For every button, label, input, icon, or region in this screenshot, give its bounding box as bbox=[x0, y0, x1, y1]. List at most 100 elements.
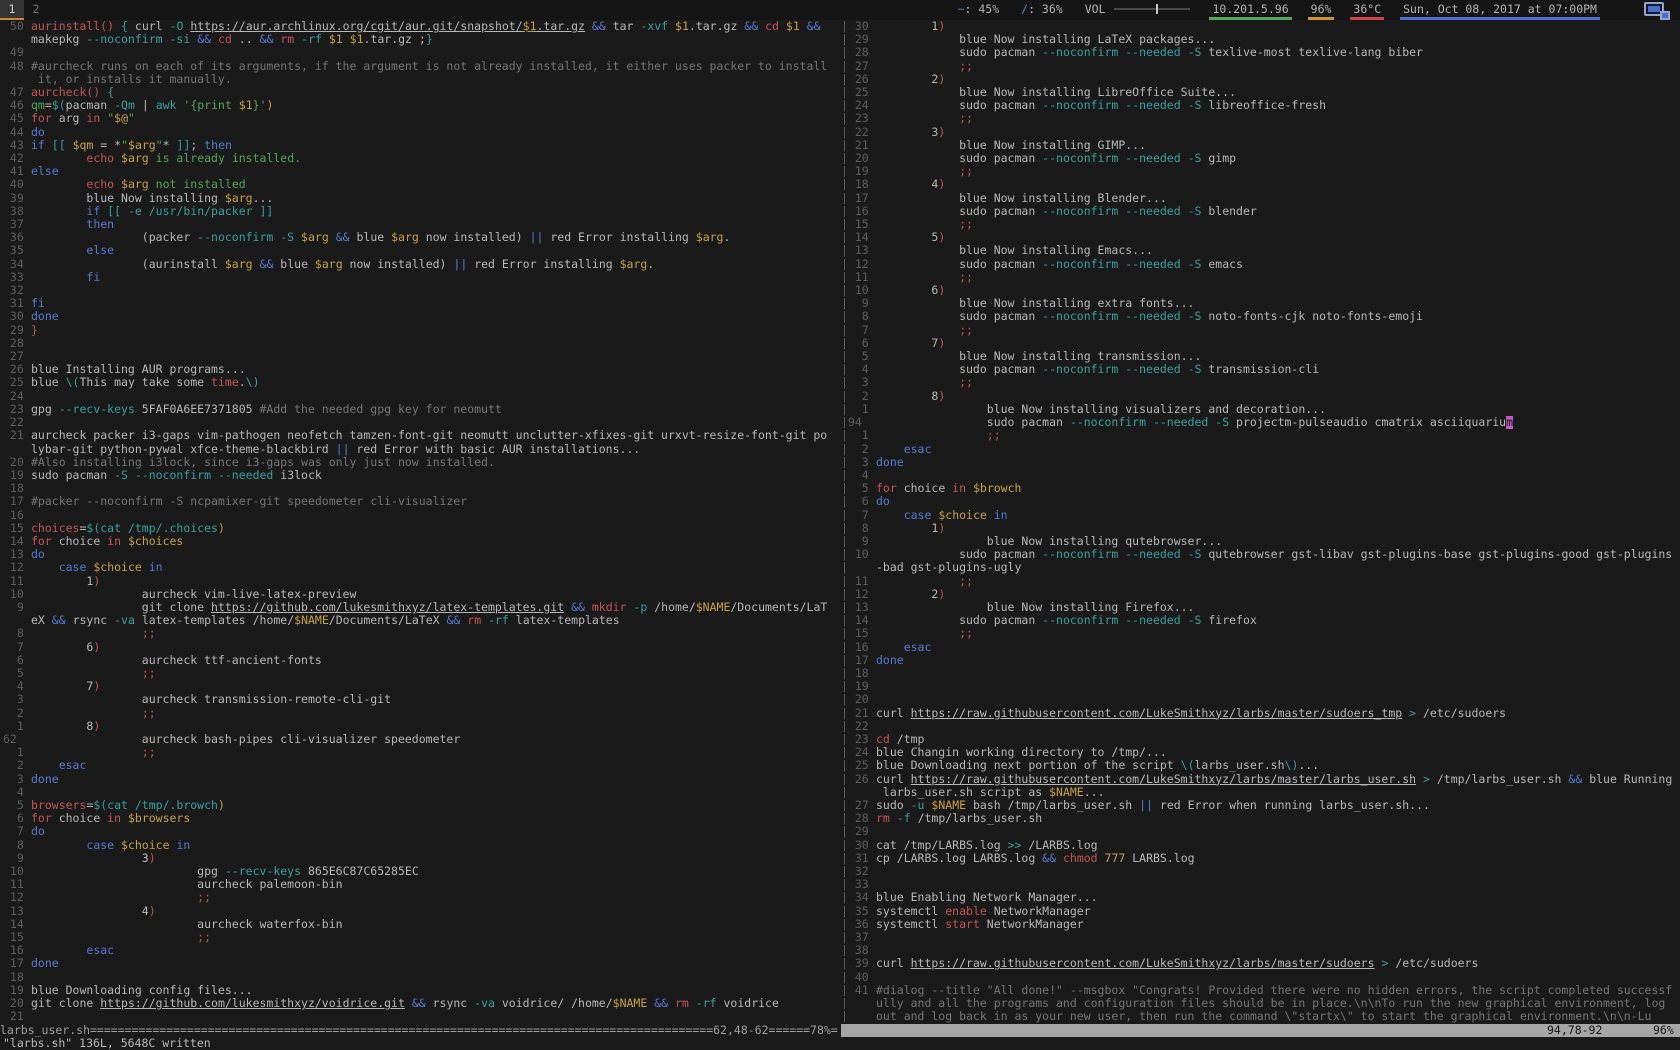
line-number-gutter: | 40 bbox=[841, 971, 876, 984]
line-number-gutter: | 10 bbox=[841, 284, 876, 297]
code-row: | 29 bbox=[841, 825, 1680, 838]
line-number-gutter: 49 bbox=[0, 46, 31, 59]
line-number-gutter: | 5 bbox=[841, 350, 876, 363]
vim-window-larbs-sh[interactable]: | 30 1)| 29 blue Now installing LaTeX pa… bbox=[841, 20, 1680, 1024]
workspace-tag-2[interactable]: 2 bbox=[24, 0, 48, 20]
code-row: | larbs_user.sh script as $NAME... bbox=[841, 786, 1680, 799]
code-row: 7 6) bbox=[0, 641, 841, 654]
code-row: it, or installs it manually. bbox=[0, 73, 841, 86]
line-number-gutter: 19 bbox=[0, 984, 31, 997]
line-number-gutter: | 26 bbox=[841, 773, 876, 786]
clock-value: Sun, Oct 08, 2017 at 07:00PM bbox=[1403, 2, 1597, 16]
line-number-gutter: 33 bbox=[0, 271, 31, 284]
code-row: | 10 6) bbox=[841, 284, 1680, 297]
code-row: | 27 ;; bbox=[841, 60, 1680, 73]
line-number-gutter: 4 bbox=[0, 786, 31, 799]
code-row: | 21 blue Now installing GIMP... bbox=[841, 139, 1680, 152]
code-row: | 17 done bbox=[841, 654, 1680, 667]
line-number-gutter: 6 bbox=[0, 812, 31, 825]
line-number-gutter: 32 bbox=[0, 284, 31, 297]
code-row: 39 blue Now installing $arg... bbox=[0, 192, 841, 205]
line-number-gutter: | 6 bbox=[841, 337, 876, 350]
clock: Sun, Oct 08, 2017 at 07:00PM bbox=[1400, 0, 1600, 20]
line-number-gutter: 45 bbox=[0, 112, 31, 125]
line-number-gutter: | 16 bbox=[841, 641, 876, 654]
vim-splits: 50 aurinstall() { curl -O https://aur.ar… bbox=[0, 20, 1680, 1024]
line-number-gutter bbox=[0, 33, 31, 46]
code-row: | 20 bbox=[841, 693, 1680, 706]
line-number-gutter: | 12 bbox=[841, 258, 876, 271]
code-row: lybar-git python-pywal xfce-theme-blackb… bbox=[0, 443, 841, 456]
line-number-gutter: 5 bbox=[0, 799, 31, 812]
vim-terminal: 50 aurinstall() { curl -O https://aur.ar… bbox=[0, 20, 1680, 1050]
line-number-gutter: | 7 bbox=[841, 509, 876, 522]
line-number-gutter: | 27 bbox=[841, 799, 876, 812]
code-row: | 25 blue Downloading next portion of th… bbox=[841, 759, 1680, 772]
line-number-gutter: 14 bbox=[0, 535, 31, 548]
code-row: | 34 blue Enabling Network Manager... bbox=[841, 891, 1680, 904]
code-row: 29 } bbox=[0, 324, 841, 337]
line-number-gutter: | bbox=[841, 786, 876, 799]
line-number-gutter: | 4 bbox=[841, 363, 876, 376]
line-number-gutter: | 19 bbox=[841, 165, 876, 178]
line-number-gutter: | 27 bbox=[841, 60, 876, 73]
line-number-gutter: 7 bbox=[0, 641, 31, 654]
code-row: | 11 ;; bbox=[841, 575, 1680, 588]
root-usage-value: : 36% bbox=[1028, 2, 1063, 16]
line-number-gutter: 16 bbox=[0, 944, 31, 957]
code-row: | 12 sudo pacman --noconfirm --needed -S… bbox=[841, 258, 1680, 271]
line-number-gutter: 26 bbox=[0, 363, 31, 376]
tray-computer-icon[interactable] bbox=[1644, 2, 1668, 18]
code-row: | 20 sudo pacman --noconfirm --needed -S… bbox=[841, 152, 1680, 165]
vim-command-line[interactable]: "larbs.sh" 136L, 5648C written bbox=[0, 1037, 1680, 1050]
code-row: 13 do bbox=[0, 548, 841, 561]
code-row: | 18 4) bbox=[841, 178, 1680, 191]
line-number-gutter: | 8 bbox=[841, 522, 876, 535]
line-number-gutter: 11 bbox=[0, 878, 31, 891]
code-row: | 40 bbox=[841, 971, 1680, 984]
vim-window-larbs-user-sh[interactable]: 50 aurinstall() { curl -O https://aur.ar… bbox=[0, 20, 841, 1024]
code-row: | 2 8) bbox=[841, 390, 1680, 403]
line-number-gutter: 62 bbox=[0, 733, 31, 746]
code-row: | 30 cat /tmp/LARBS.log >> /LARBS.log bbox=[841, 839, 1680, 852]
code-row: 9 3) bbox=[0, 852, 841, 865]
line-number-gutter: 39 bbox=[0, 192, 31, 205]
code-row: 5 ;; bbox=[0, 667, 841, 680]
bar-status-group: ~: 45% /: 36% VOL 10.201.5.96 96% 36°C S… bbox=[955, 0, 1680, 20]
code-row: | 26 2) bbox=[841, 73, 1680, 86]
code-row: 24 bbox=[0, 390, 841, 403]
code-row: 4 bbox=[0, 786, 841, 799]
line-number-gutter: | 35 bbox=[841, 905, 876, 918]
line-number-gutter: | 2 bbox=[841, 443, 876, 456]
code-row: 41 else bbox=[0, 165, 841, 178]
code-row: 33 fi bbox=[0, 271, 841, 284]
line-number-gutter: | 29 bbox=[841, 825, 876, 838]
line-number-gutter: | 24 bbox=[841, 99, 876, 112]
disk-root-usage: /: 36% bbox=[1018, 0, 1066, 20]
volume-slider[interactable] bbox=[1114, 8, 1190, 10]
volume-knob[interactable] bbox=[1156, 4, 1158, 14]
line-number-gutter: | 30 bbox=[841, 20, 876, 33]
line-number-gutter: 13 bbox=[0, 905, 31, 918]
code-row: | 4 bbox=[841, 469, 1680, 482]
line-number-gutter: | 11 bbox=[841, 575, 876, 588]
code-row: | 22 bbox=[841, 720, 1680, 733]
line-number-gutter: 16 bbox=[0, 509, 31, 522]
line-number-gutter bbox=[0, 614, 31, 627]
line-number-gutter: | 13 bbox=[841, 601, 876, 614]
workspace-tag-1[interactable]: 1 bbox=[0, 0, 24, 20]
line-number-gutter: 35 bbox=[0, 244, 31, 257]
code-row: | 2 esac bbox=[841, 443, 1680, 456]
code-row: | 28 rm -f /tmp/larbs_user.sh bbox=[841, 812, 1680, 825]
line-number-gutter: | 24 bbox=[841, 746, 876, 759]
code-row: 30 done bbox=[0, 310, 841, 323]
code-row: 2 ;; bbox=[0, 707, 841, 720]
code-row: | out and log back in as your new user, … bbox=[841, 1010, 1680, 1023]
line-number-gutter: 3 bbox=[0, 773, 31, 786]
volume-segment: VOL bbox=[1082, 0, 1194, 20]
code-row: 10 aurcheck vim-live-latex-preview bbox=[0, 588, 841, 601]
line-number-gutter: 47 bbox=[0, 86, 31, 99]
line-number-gutter: 42 bbox=[0, 152, 31, 165]
line-number-gutter: | 3 bbox=[841, 376, 876, 389]
code-row: 10 gpg --recv-keys 865E6C87C65285EC bbox=[0, 865, 841, 878]
